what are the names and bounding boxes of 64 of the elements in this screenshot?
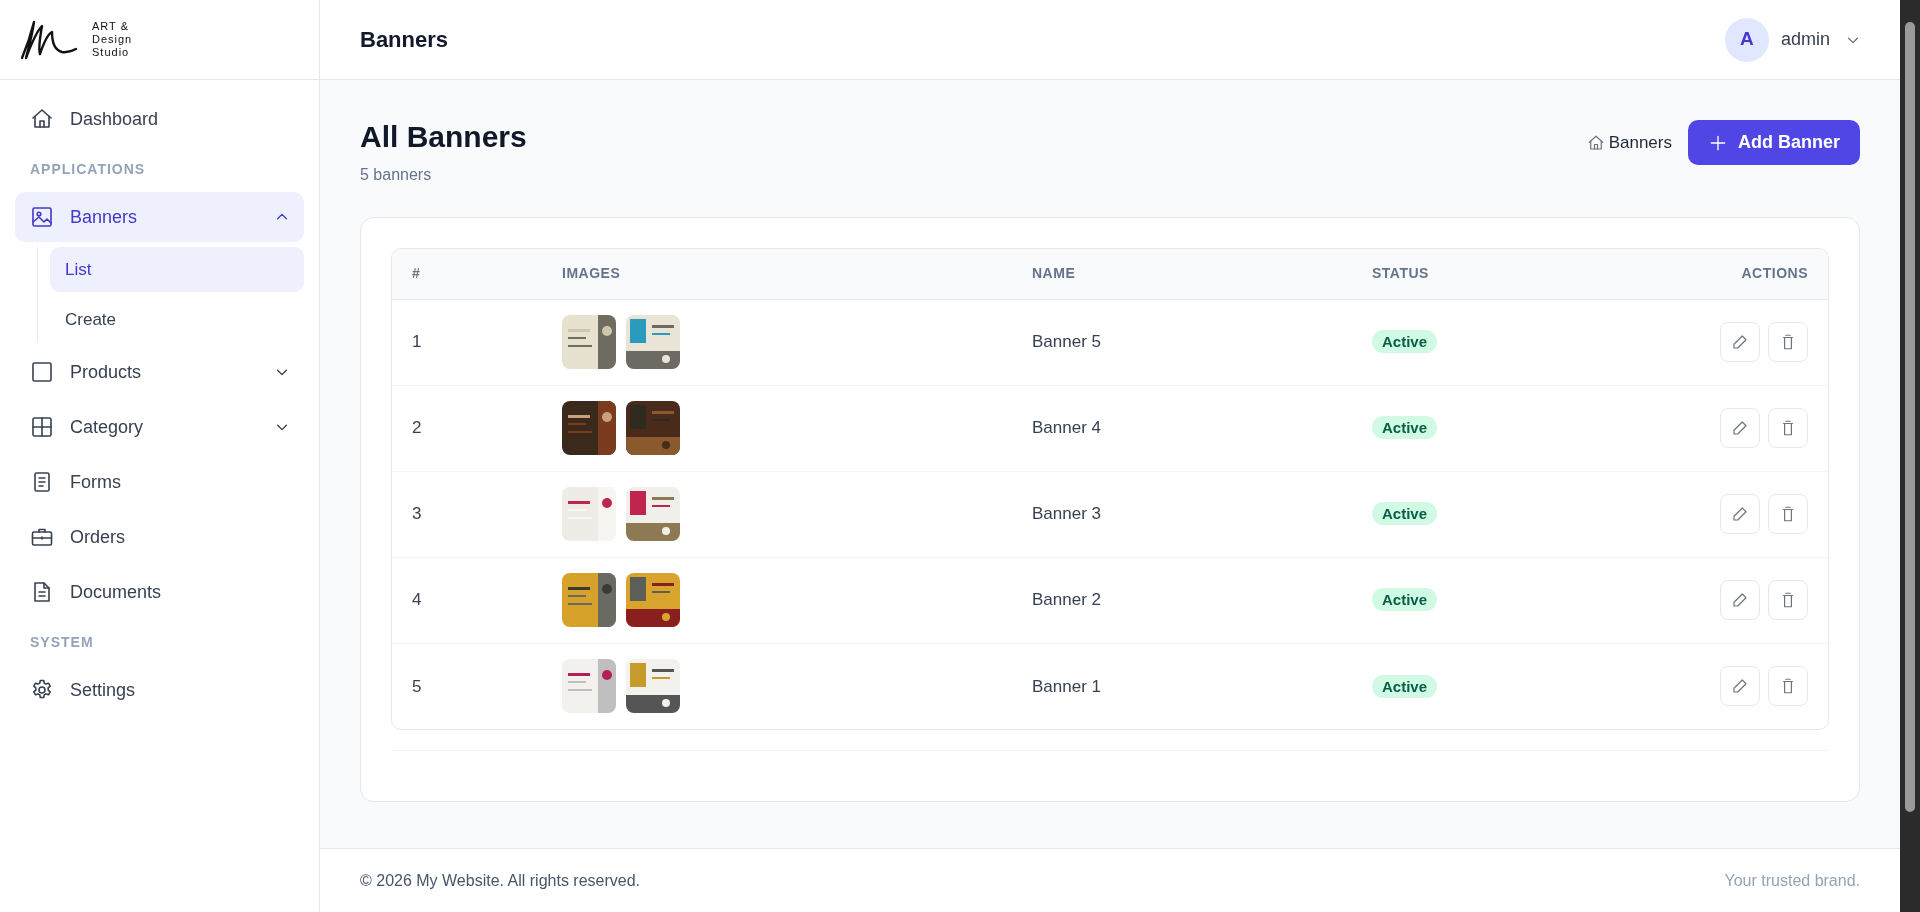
sidebar-item[interactable]: Documents (15, 567, 304, 617)
pencil-icon (1731, 677, 1749, 696)
brand-name: ART & Design Studio (92, 20, 133, 59)
status-badge: Active (1372, 588, 1438, 612)
status-badge: Active (1372, 502, 1438, 526)
delete-button[interactable] (1768, 322, 1808, 362)
sidebar-item[interactable]: Category (15, 402, 304, 452)
page-header-title: Banners (360, 26, 449, 54)
delete-button[interactable] (1768, 494, 1808, 534)
user-avatar: A (1724, 17, 1769, 62)
row-number: 4 (392, 557, 542, 643)
image-icon (30, 205, 54, 229)
edit-button[interactable] (1720, 580, 1760, 620)
sidebar-item[interactable]: Forms (15, 457, 304, 507)
sidebar-item[interactable]: Products (15, 347, 304, 397)
banner-name: Banner 4 (1012, 385, 1352, 471)
scrollbar[interactable] (1900, 0, 1920, 912)
copyright-text: © 2026 My Website. All rights reserved. (360, 870, 641, 891)
column-header: STATUS (1352, 249, 1560, 299)
home-icon (1586, 133, 1605, 152)
status-badge: Active (1372, 330, 1438, 354)
sidebar-item[interactable]: Banners (15, 192, 304, 242)
delete-button[interactable] (1768, 666, 1808, 707)
submenu-item[interactable]: List (50, 247, 304, 292)
user-menu[interactable]: A admin (1724, 17, 1860, 62)
edit-button[interactable] (1720, 494, 1760, 534)
submenu-item[interactable]: Create (50, 297, 304, 342)
add-banner-button[interactable]: Add Banner (1688, 120, 1860, 165)
edit-button[interactable] (1720, 408, 1760, 448)
square-icon (30, 360, 54, 384)
column-header: IMAGES (542, 249, 1012, 299)
banner-name: Banner 1 (1012, 643, 1352, 729)
edit-button[interactable] (1720, 322, 1760, 362)
row-number: 5 (392, 643, 542, 729)
home-icon (30, 107, 54, 131)
row-number: 2 (392, 385, 542, 471)
breadcrumb-link[interactable]: Banners (1586, 129, 1672, 156)
delete-button[interactable] (1768, 408, 1808, 448)
pencil-icon (1731, 505, 1749, 523)
pencil-icon (1731, 333, 1749, 351)
column-header: ACTIONS (1559, 249, 1828, 299)
edit-button[interactable] (1720, 666, 1760, 707)
row-number: 3 (392, 471, 542, 557)
section-label: APPLICATIONS (29, 160, 147, 179)
sidebar-item[interactable]: Dashboard (15, 94, 304, 144)
delete-button[interactable] (1768, 580, 1808, 620)
section-label: SYSTEM (29, 633, 95, 652)
sidebar-item[interactable]: Orders (15, 512, 304, 562)
page-title: All Banners (360, 120, 527, 153)
pencil-icon (1731, 591, 1749, 609)
tagline-text: Your trusted brand. (1724, 870, 1860, 891)
status-badge: Active (1372, 674, 1438, 698)
banner-name: Banner 3 (1012, 471, 1352, 557)
banner-name: Banner 2 (1012, 557, 1352, 643)
user-name: admin (1780, 28, 1830, 51)
row-number: 1 (392, 299, 542, 385)
column-header: NAME (1012, 249, 1352, 299)
banner-name: Banner 5 (1012, 299, 1352, 385)
status-badge: Active (1372, 416, 1438, 440)
pencil-icon (1731, 419, 1749, 437)
grid-icon (30, 415, 54, 439)
banner-count: 5 banners (360, 165, 433, 185)
column-header: # (392, 249, 542, 299)
sidebar-item[interactable]: Settings (15, 665, 304, 715)
